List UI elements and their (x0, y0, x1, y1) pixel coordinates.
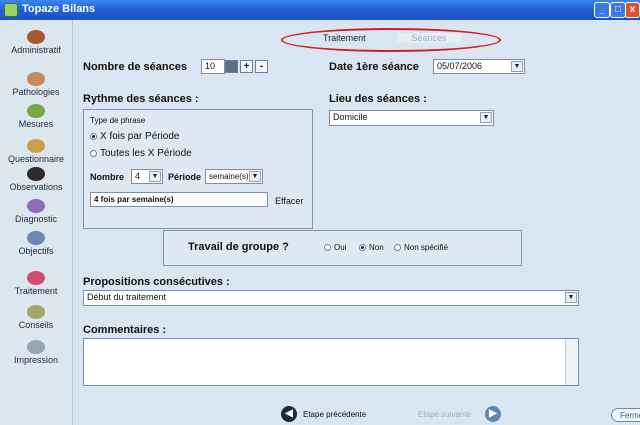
advice-icon (27, 305, 45, 319)
chevron-down-icon[interactable]: ▼ (149, 171, 161, 182)
radio-on-icon[interactable] (359, 244, 366, 252)
diagnostic-icon (27, 199, 45, 213)
chevron-down-icon[interactable]: ▼ (565, 292, 577, 303)
date-label: Date 1ère séance (329, 61, 419, 73)
treatment-icon (27, 271, 45, 285)
lieu-label: Lieu des séances : (329, 93, 427, 105)
sidebar: Administratif Pathologies Mesures Questi… (0, 20, 73, 425)
sidebar-item-conseils[interactable]: Conseils (0, 305, 72, 330)
sidebar-item-pathologies[interactable]: Pathologies (0, 72, 72, 97)
sidebar-item-observations[interactable]: Observations (0, 167, 72, 192)
type-phrase-label: Type de phrase (90, 116, 146, 125)
window-title: Topaze Bilans (22, 3, 96, 15)
commentaires-label: Commentaires : (83, 324, 167, 336)
effacer-button[interactable]: Effacer (275, 196, 303, 206)
person-icon (27, 30, 45, 44)
periode-select[interactable]: semaine(s) ▼ (205, 169, 263, 184)
commentaires-textarea[interactable] (83, 338, 579, 386)
title-bar: Topaze Bilans _ □ x (0, 0, 640, 20)
sidebar-item-label: Conseils (18, 320, 54, 330)
minus-button[interactable]: - (255, 60, 268, 73)
radio-off-icon[interactable] (394, 244, 401, 252)
propositions-select[interactable]: Début du traitement ▼ (83, 290, 579, 306)
target-icon (27, 231, 45, 245)
phrase-field[interactable]: 4 fois par semaine(s) (90, 192, 268, 207)
eye-icon (27, 167, 45, 181)
radio-non[interactable]: Non (359, 243, 384, 252)
minimize-button[interactable]: _ (594, 2, 610, 18)
app-icon (4, 3, 18, 17)
tab-traitement[interactable]: Traitement (323, 33, 366, 43)
chevron-down-icon[interactable]: ▼ (480, 112, 492, 123)
measure-icon (27, 104, 45, 118)
arrow-right-icon[interactable]: ▶ (485, 406, 501, 422)
radio-label: Oui (334, 243, 347, 252)
lieu-select[interactable]: Domicile ▼ (329, 110, 494, 126)
chevron-down-icon[interactable]: ▼ (511, 61, 523, 72)
nb-seances-label: Nombre de séances (83, 61, 187, 73)
sidebar-item-label: Administratif (11, 45, 61, 55)
radio-label: X fois par Période (100, 131, 180, 142)
question-icon (27, 139, 45, 153)
radio-off-icon[interactable] (90, 149, 97, 157)
sidebar-item-questionnaire[interactable]: Questionnaire (0, 139, 72, 164)
periode-value: semaine(s) (209, 172, 249, 181)
body-icon (27, 72, 45, 86)
maximize-button[interactable]: □ (610, 2, 626, 18)
sidebar-item-mesures[interactable]: Mesures (0, 104, 72, 129)
sidebar-item-traitement[interactable]: Traitement (0, 271, 72, 296)
radio-label: Non spécifié (404, 243, 449, 252)
sidebar-item-impression[interactable]: Impression (0, 340, 72, 365)
sidebar-item-administratif[interactable]: Administratif (0, 30, 72, 55)
sidebar-item-label: Pathologies (12, 87, 60, 97)
radio-oui[interactable]: Oui (324, 243, 346, 252)
next-step-button[interactable]: Etape suivante (418, 410, 471, 419)
scrollbar[interactable] (565, 339, 578, 385)
radio-x-fois[interactable]: X fois par Période (90, 131, 180, 142)
rythme-label: Rythme des séances : (83, 93, 199, 105)
date-field[interactable]: 05/07/2006 ▼ (433, 59, 525, 74)
prev-step-button[interactable]: Etape précédente (303, 410, 366, 419)
chevron-down-icon[interactable]: ▼ (249, 171, 261, 182)
propositions-value: Début du traitement (87, 292, 167, 302)
radio-on-icon[interactable] (90, 132, 97, 140)
lieu-value: Domicile (333, 112, 368, 122)
sidebar-item-objectifs[interactable]: Objectifs (0, 231, 72, 256)
sidebar-item-label: Impression (13, 355, 58, 365)
arrow-left-icon[interactable]: ◀ (281, 406, 297, 422)
radio-toutes-les[interactable]: Toutes les X Période (90, 148, 192, 159)
radio-label: Toutes les X Période (100, 148, 192, 159)
main-panel: Traitement Séances Nombre de séances 10 … (73, 20, 640, 425)
plus-button[interactable]: + (240, 60, 253, 73)
propositions-label: Propositions consécutives : (83, 276, 230, 288)
sidebar-item-label: Questionnaire (7, 154, 65, 164)
radio-label: Non (369, 243, 384, 252)
tab-seances[interactable]: Séances (397, 33, 461, 43)
nombre-label: Nombre (90, 172, 125, 182)
travail-label: Travail de groupe ? (188, 241, 289, 253)
sidebar-item-diagnostic[interactable]: Diagnostic (0, 199, 72, 224)
sidebar-item-label: Objectifs (18, 246, 54, 256)
nb-seances-field[interactable]: 10 (201, 59, 225, 74)
travail-box: Travail de groupe ? Oui Non Non spécifié (163, 230, 522, 266)
sidebar-item-label: Traitement (14, 286, 58, 296)
sidebar-item-label: Observations (9, 182, 63, 192)
nombre-select[interactable]: 4 ▼ (131, 169, 163, 184)
close-window-button[interactable]: x (625, 2, 640, 18)
sidebar-item-label: Mesures (18, 119, 54, 129)
fermer-button[interactable]: Fermer (611, 408, 640, 422)
calculator-icon[interactable] (225, 60, 238, 73)
periode-label: Période (168, 172, 202, 182)
printer-icon (27, 340, 45, 354)
radio-non-specifie[interactable]: Non spécifié (394, 243, 448, 252)
sidebar-item-label: Diagnostic (14, 214, 58, 224)
nombre-value: 4 (135, 171, 141, 181)
radio-off-icon[interactable] (324, 244, 331, 252)
tab-highlight-ellipse (281, 28, 501, 52)
date-value: 05/07/2006 (437, 61, 483, 71)
tab-bar: Traitement Séances (281, 28, 501, 54)
rythme-box: Type de phrase X fois par Période Toutes… (83, 109, 313, 229)
